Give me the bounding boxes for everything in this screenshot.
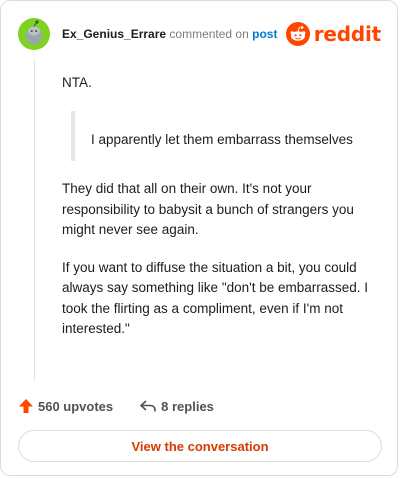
quote-text: I apparently let them embarrass themselv… (91, 131, 353, 147)
upvote-arrow-icon (19, 399, 33, 413)
comment-paragraph-1: They did that all on their own. It's not… (62, 181, 354, 237)
post-link[interactable]: post (252, 27, 277, 41)
reply-arrow-icon (140, 400, 156, 412)
comment-actions: 560 upvotes 8 replies (18, 396, 214, 416)
embedded-comment-card: Ex_Genius_Errare commented on post reddi… (0, 0, 398, 476)
comment-paragraph-2: If you want to diffuse the situation a b… (62, 259, 369, 337)
comment-meta: Ex_Genius_Errare commented on post (62, 27, 277, 41)
reply-action[interactable]: 8 replies (139, 398, 214, 414)
avatar[interactable] (18, 18, 50, 50)
reddit-logo[interactable]: reddit (285, 21, 381, 47)
action-text: commented on (169, 27, 249, 41)
comment-header: Ex_Genius_Errare commented on post reddi… (18, 18, 381, 50)
thread-line (34, 59, 35, 381)
block-quote: I apparently let them embarrass themselv… (71, 110, 377, 161)
comment-body: NTA. I apparently let them embarrass the… (62, 73, 377, 340)
upvote-action[interactable]: 560 upvotes (18, 398, 113, 414)
reddit-logo-icon (285, 22, 310, 46)
comment-greeting: NTA. (62, 75, 92, 90)
upvote-count: 560 upvotes (38, 398, 114, 414)
view-conversation-button[interactable]: View the conversation (18, 430, 382, 462)
reply-count: 8 replies (161, 398, 214, 414)
reddit-wordmark: reddit (313, 22, 381, 46)
author-name[interactable]: Ex_Genius_Errare (62, 27, 166, 41)
